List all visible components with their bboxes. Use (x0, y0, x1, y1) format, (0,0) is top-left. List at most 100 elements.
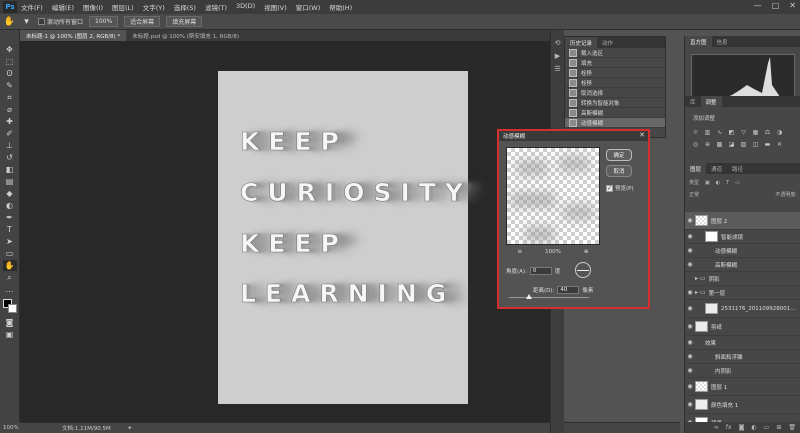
new-layer-icon[interactable]: ⊞ (776, 424, 781, 431)
dodge-tool-icon[interactable]: ◐ (3, 200, 17, 211)
color-lookup-icon[interactable]: ▩ (715, 140, 724, 148)
tab-channels[interactable]: 通道 (706, 163, 727, 174)
add-mask-icon[interactable]: ◙ (739, 424, 745, 431)
screen-mode-icon[interactable]: ▣ (3, 329, 17, 340)
shape-filter-icon[interactable]: ▭ (735, 180, 740, 186)
layer-row[interactable]: ◉ 智能滤镜 (685, 230, 800, 244)
chevron-down-icon[interactable]: ▾ (21, 16, 32, 27)
eye-icon[interactable]: ◉ (685, 289, 695, 296)
tab-paths[interactable]: 路径 (727, 163, 748, 174)
slider-thumb[interactable] (526, 294, 532, 299)
blend-mode-select[interactable]: 正常 (689, 191, 699, 200)
tab-history[interactable]: 历史记录 (565, 37, 598, 48)
marquee-tool-icon[interactable]: ⬚ (3, 56, 17, 67)
eye-icon[interactable]: ◉ (685, 217, 695, 224)
menu-item[interactable]: 图像(I) (83, 2, 103, 12)
vibrance-icon[interactable]: ▽ (739, 128, 748, 136)
blur-preview[interactable] (506, 147, 600, 245)
more-tools-icon[interactable]: … (3, 284, 17, 295)
tab-actions[interactable]: 动作 (597, 37, 618, 48)
eye-icon[interactable]: ◉ (685, 247, 695, 254)
zoom-in-icon[interactable]: ⊕ (584, 249, 589, 255)
color-swatches[interactable] (2, 298, 18, 316)
history-item[interactable]: 载入选区 (565, 48, 665, 58)
ok-button[interactable]: 确定 (606, 149, 632, 161)
threshold-icon[interactable]: ◫ (751, 140, 760, 148)
document-canvas[interactable]: KEEP CURIOSITY KEEP LEARNING (218, 71, 468, 404)
tab-libraries[interactable]: 库 (685, 96, 701, 107)
layer-row[interactable]: ◉ 动感模糊 (685, 244, 800, 258)
status-zoom[interactable]: 100% (0, 422, 20, 433)
opacity-label[interactable]: 不透明度: (775, 191, 797, 200)
adjustment-filter-icon[interactable]: ◐ (716, 180, 720, 186)
eye-icon[interactable]: ◉ (685, 323, 695, 330)
properties-panel-icon[interactable]: ☰ (553, 64, 562, 73)
move-tool-icon[interactable]: ✥ (3, 44, 17, 55)
clone-stamp-tool-icon[interactable]: ⊥ (3, 140, 17, 151)
blur-tool-icon[interactable]: ◆ (3, 188, 17, 199)
menu-item[interactable]: 视图(V) (264, 2, 287, 12)
invert-icon[interactable]: ◪ (727, 140, 736, 148)
zoom-100-button[interactable]: 100% (89, 16, 119, 27)
menu-item[interactable]: 文字(Y) (143, 2, 165, 12)
eye-icon[interactable]: ◉ (685, 261, 695, 268)
distance-input[interactable]: 40 (557, 286, 580, 294)
crop-tool-icon[interactable]: ⌗ (3, 92, 17, 103)
channel-mixer-icon[interactable]: ⊕ (703, 140, 712, 148)
delete-layer-icon[interactable]: 🗑 (788, 424, 796, 431)
posterize-icon[interactable]: ▨ (739, 140, 748, 148)
eye-icon[interactable]: ◉ (685, 305, 695, 312)
new-fill-layer-icon[interactable]: ◐ (751, 424, 756, 431)
layer-filter-type[interactable]: 类型 (689, 179, 699, 186)
photo-filter-icon[interactable]: ◎ (691, 140, 700, 148)
brush-tool-icon[interactable]: ✐ (3, 128, 17, 139)
fill-screen-button[interactable]: 填充屏幕 (166, 16, 203, 27)
pixel-filter-icon[interactable]: ▣ (705, 180, 710, 186)
new-group-icon[interactable]: ▭ (764, 424, 770, 431)
layer-row[interactable]: ▸ ▭ 阴影 (685, 272, 800, 286)
hand-tool-icon[interactable]: ✋ (4, 16, 15, 27)
menu-item[interactable]: 帮助(H) (329, 2, 352, 12)
preview-checkbox[interactable]: ✓ 预览(P) (606, 184, 634, 192)
path-select-tool-icon[interactable]: ➤ (3, 236, 17, 247)
history-panel-icon[interactable]: ⟲ (553, 38, 562, 47)
minimize-button[interactable]: — (754, 1, 762, 10)
levels-icon[interactable]: ▥ (703, 128, 712, 136)
history-item[interactable]: 栓移 (565, 78, 665, 88)
close-icon[interactable]: ✕ (639, 131, 645, 139)
menu-item[interactable]: 3D(D) (236, 2, 255, 12)
curves-icon[interactable]: ∿ (715, 128, 724, 136)
menu-item[interactable]: 滤镜(T) (205, 2, 227, 12)
gradient-tool-icon[interactable]: ▤ (3, 176, 17, 187)
history-item[interactable]: 转换为智能对象 (565, 98, 665, 108)
tab-layers[interactable]: 图层 (685, 163, 707, 174)
eye-icon[interactable]: ◉ (685, 353, 695, 360)
menu-item[interactable]: 选择(S) (174, 2, 196, 12)
add-style-icon[interactable]: fx (726, 424, 732, 431)
menu-item[interactable]: 文件(F) (21, 2, 43, 12)
checkbox-box[interactable] (38, 18, 45, 25)
checkmark-icon[interactable]: ✓ (606, 184, 613, 192)
lasso-tool-icon[interactable]: ʘ (3, 68, 17, 79)
history-item[interactable]: 动感模糊 (565, 118, 665, 128)
maximize-button[interactable]: □ (772, 1, 780, 10)
layer-row[interactable]: ◉ 图层 1 (685, 378, 800, 396)
doc-size-readout[interactable]: 文档:1.11M/90.5M (62, 424, 111, 432)
layer-row[interactable]: ◉ 颜色填充 1 (685, 396, 800, 414)
hue-saturation-icon[interactable]: ▦ (751, 128, 760, 136)
menu-item[interactable]: 图层(L) (112, 2, 134, 12)
dialog-title-bar[interactable]: 动感模糊 ✕ (499, 131, 648, 141)
history-item[interactable]: 高斯模糊 (565, 108, 665, 118)
brightness-icon[interactable]: ☼ (691, 128, 700, 136)
folder-icon[interactable]: ▸ ▭ (695, 275, 706, 282)
canvas-area[interactable]: KEEP CURIOSITY KEEP LEARNING (20, 41, 550, 422)
eye-icon[interactable]: ◉ (685, 401, 695, 408)
eye-icon[interactable]: ◉ (685, 383, 695, 390)
layer-row[interactable]: ◉ 效果 (685, 336, 800, 350)
menu-item[interactable]: 窗口(W) (296, 2, 321, 12)
scroll-all-windows-checkbox[interactable]: 滚动所有窗口 (38, 17, 83, 26)
background-color-swatch[interactable] (7, 304, 17, 313)
history-brush-tool-icon[interactable]: ↺ (3, 152, 17, 163)
gradient-map-icon[interactable]: ▬ (763, 140, 772, 148)
color-balance-icon[interactable]: ⚖ (763, 128, 772, 136)
